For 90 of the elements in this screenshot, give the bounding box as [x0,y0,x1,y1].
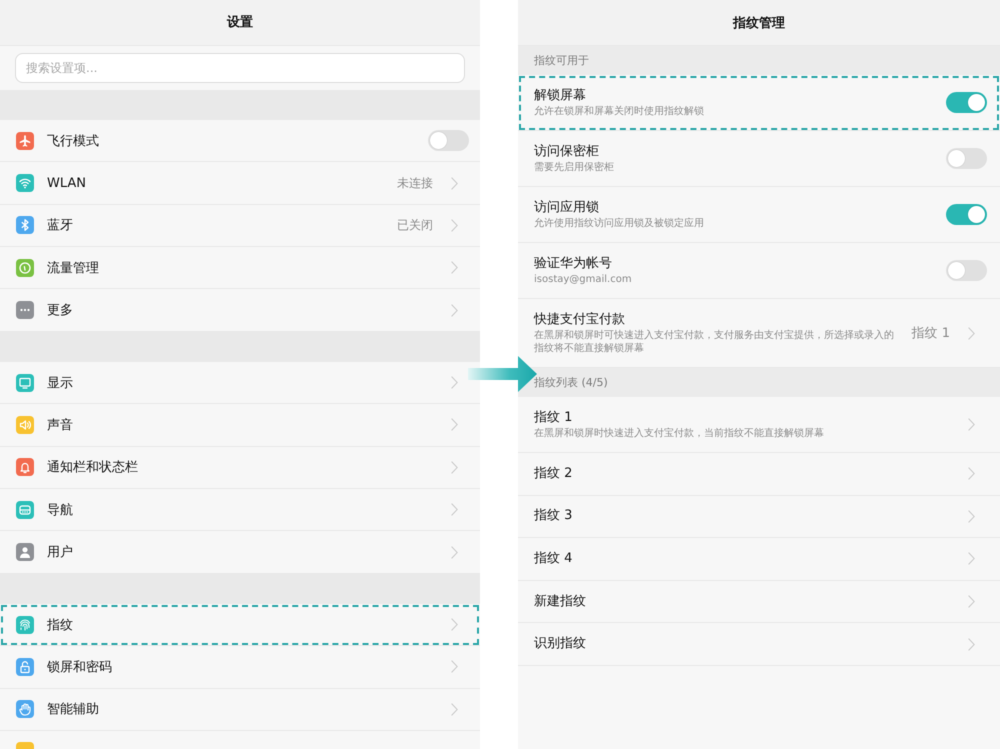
row-title: 新建指纹 [534,592,586,611]
settings-row[interactable]: 新建指纹 [518,580,1000,624]
toggle-switch[interactable] [946,260,987,281]
chevron-icon [451,660,458,674]
row-title: 识别指纹 [534,635,586,654]
settings-row[interactable]: 通知栏和状态栏 [0,446,480,490]
toggle-switch[interactable] [946,92,987,113]
settings-row[interactable]: 指纹 3 [518,496,1000,538]
chevron-icon [451,418,458,432]
chevron-icon [451,304,458,317]
settings-row[interactable]: 智能辅助 [0,688,480,731]
search-field[interactable]: 搜索设置项... [15,52,465,83]
section-header: 指纹列表 (4/5) [518,368,1000,397]
settings-row[interactable]: 识别指纹 [518,623,1000,666]
row-title: 指纹 2 [534,464,572,483]
monitor-icon [16,374,34,392]
row-title: 访问应用锁 [534,199,600,217]
row-label: 蓝牙 [47,217,73,234]
row-value: 指纹 1 [912,325,950,342]
row-description: 需要先启用保密柜 [534,161,614,174]
bluetooth-icon [16,216,34,234]
chevron-icon [968,326,975,340]
chevron-icon [451,460,458,474]
chevron-icon [451,218,458,232]
section-header: 指纹可用于 [518,46,1000,75]
row-label: 指纹 [47,616,73,634]
row-value: 未连接 [397,174,433,192]
row-label: 智能辅助 [47,701,99,718]
row-description: isostay@gmail.com [534,273,632,286]
more-dots-icon [16,301,34,320]
row-label: WLAN [47,176,86,190]
user-icon [16,543,34,562]
settings-row[interactable]: 验证华为帐号 isostay@gmail.com [518,243,1000,299]
settings-row[interactable]: 指纹 2 [518,453,1000,496]
chevron-icon [451,261,458,274]
row-label: 锁屏和密码 [47,658,112,676]
lock-icon [16,658,34,676]
row-title: 验证华为帐号 [534,255,613,273]
row-label: 导航 [47,502,73,519]
settings-row[interactable]: 指纹 1 在黑屏和锁屏时快速进入支付宝付款，当前指纹不能直接解锁屏幕 [518,397,1000,453]
toggle-switch[interactable] [946,204,987,225]
toggle-switch[interactable] [946,148,987,169]
row-description: 允许使用指纹访问应用锁及被锁定应用 [534,217,704,230]
chevron-icon [968,467,975,480]
row-title: 解锁屏幕 [534,87,587,105]
chevron-icon [451,702,458,716]
chevron-icon [968,552,975,566]
row-description: 在黑屏和锁屏时快速进入支付宝付款，当前指纹不能直接解锁屏幕 [534,427,824,440]
row-title: 快捷支付宝付款 [534,311,626,329]
wifi-icon [16,174,34,192]
chevron-icon [968,595,975,608]
chevron-icon [968,418,975,431]
row-title: 访问保密柜 [534,143,600,161]
toggle-switch[interactable] [428,130,469,152]
chevron-icon [451,618,458,632]
title-bar: 设置 [0,0,480,46]
row-label: 通知栏和状态栏 [47,459,138,476]
chevron-icon [451,546,458,559]
chevron-icon [968,638,975,651]
row-label: 用户 [47,544,73,562]
airplane-icon [16,132,34,150]
row-label: 显示 [47,374,73,392]
row-label: 声音 [47,416,73,434]
settings-row[interactable]: 访问保密柜 需要先启用保密柜 [518,131,1000,187]
settings-row[interactable]: 访问应用锁 允许使用指纹访问应用锁及被锁定应用 [518,187,1000,243]
chevron-icon [968,510,975,523]
row-description: 允许在锁屏和屏幕关闭时使用指纹解锁 [534,105,704,118]
navigation-bar-icon [16,500,34,519]
settings-row[interactable]: 蓝牙 已关闭 [0,204,480,248]
row-title: 指纹 1 [534,409,574,427]
settings-row[interactable]: 解锁屏幕 允许在锁屏和屏幕关闭时使用指纹解锁 [518,75,1000,131]
row-title: 指纹 4 [534,550,572,568]
fingerprint-icon [16,616,34,634]
row-description: 在黑屏和锁屏时可快速进入支付宝付款，支付服务由支付宝提供，所选择或录入的指纹将不能直接解锁屏幕 [534,329,895,355]
row-label: 更多 [47,302,73,320]
speaker-icon [16,416,34,434]
chevron-icon [451,503,458,516]
hand-icon [16,700,34,718]
title-bar: 指纹管理 [518,0,1000,46]
row-label: 流量管理 [47,260,99,277]
row-title: 指纹 3 [534,507,572,526]
settings-row[interactable]: 指纹 [0,604,480,646]
bell-icon [16,458,34,476]
settings-row[interactable]: 指纹 4 [518,538,1000,581]
chevron-icon [451,176,458,190]
gauge-icon [16,258,34,277]
row-value: 已关闭 [397,216,433,234]
tile-icon [16,742,34,749]
row-label: 飞行模式 [47,132,99,150]
chevron-icon [451,376,458,390]
